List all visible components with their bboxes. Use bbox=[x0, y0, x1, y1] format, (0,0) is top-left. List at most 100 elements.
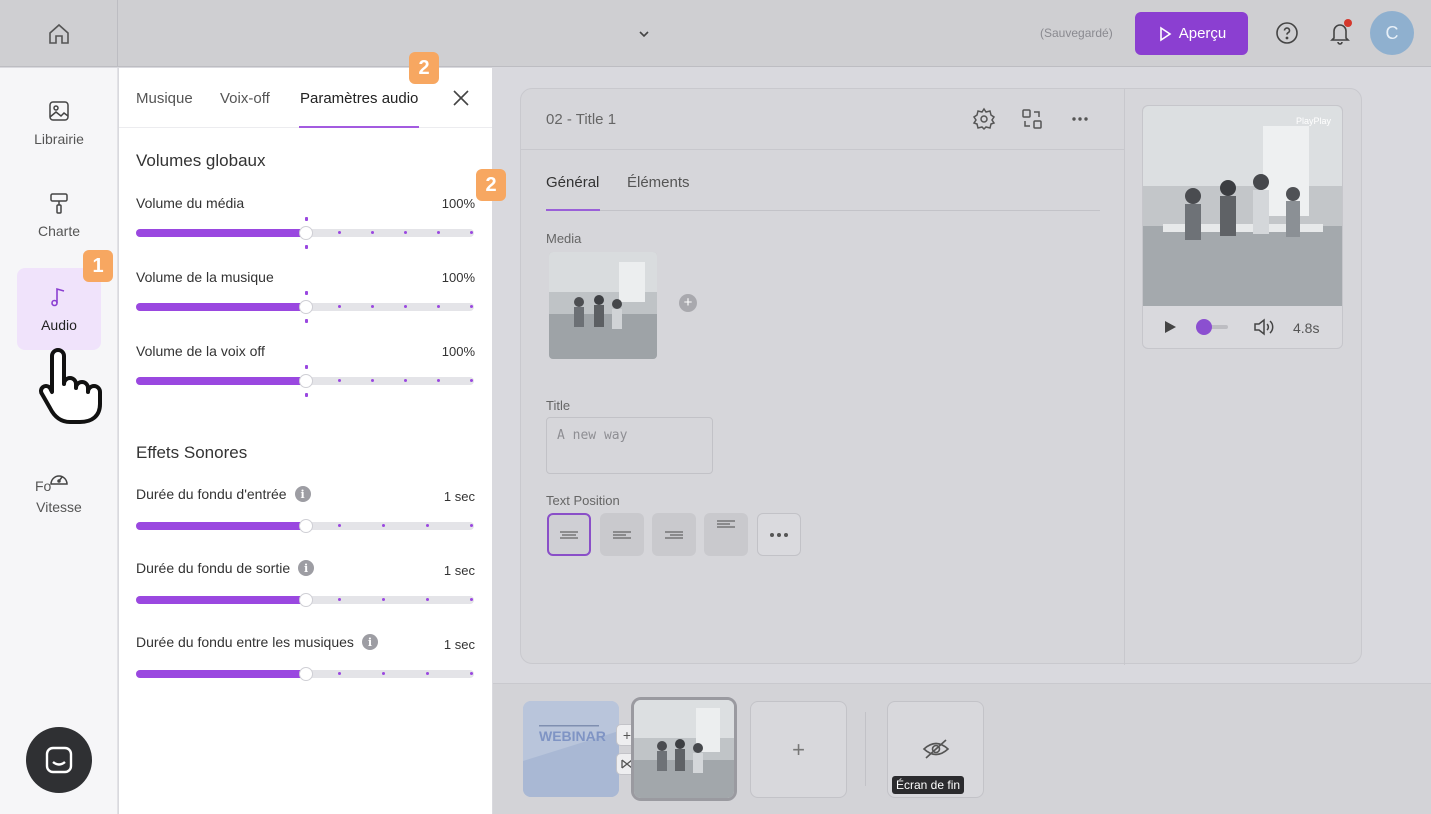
slider-marker-tick bbox=[305, 319, 308, 323]
editor-divider bbox=[1124, 89, 1125, 665]
slider-knob[interactable] bbox=[299, 226, 313, 240]
slider-step-dot bbox=[404, 231, 407, 234]
nav-item-librairie[interactable]: Librairie bbox=[17, 82, 101, 164]
text-position-center-button[interactable] bbox=[547, 513, 591, 556]
slider-marker-tick bbox=[305, 217, 308, 221]
slider-step-dot bbox=[338, 305, 341, 308]
fade-in-slider[interactable] bbox=[136, 519, 474, 533]
media-label: Media bbox=[546, 231, 582, 246]
nav-label: Librairie bbox=[34, 131, 84, 147]
slider-step-dot bbox=[371, 305, 374, 308]
fade-out-label: Durée du fondu de sortie i bbox=[136, 560, 315, 576]
gear-icon[interactable] bbox=[972, 107, 996, 131]
volume-music-slider[interactable] bbox=[136, 291, 474, 323]
volume-icon[interactable] bbox=[1253, 318, 1275, 336]
slider-fill bbox=[136, 670, 306, 678]
fade-out-slider[interactable] bbox=[136, 593, 474, 607]
timeline-separator bbox=[865, 712, 866, 786]
watermark: PlayPlay bbox=[1296, 116, 1332, 126]
media-thumbnail[interactable] bbox=[549, 252, 657, 359]
crossfade-value: 1 sec bbox=[443, 637, 475, 652]
image-icon bbox=[49, 101, 69, 121]
play-outline-icon bbox=[1159, 26, 1172, 41]
add-media-button[interactable]: + bbox=[679, 294, 697, 312]
slide-thumbnail-1[interactable]: WEBINAR bbox=[523, 701, 619, 797]
info-icon[interactable]: i bbox=[361, 634, 378, 650]
info-icon[interactable]: i bbox=[294, 486, 311, 502]
title-input[interactable]: A new way bbox=[546, 417, 713, 474]
tab-voix-off[interactable]: Voix-off bbox=[220, 90, 270, 107]
add-slide-button[interactable]: + bbox=[750, 701, 847, 798]
audio-panel: Musique Voix-off Paramètres audio 2 2 Vo… bbox=[119, 52, 506, 814]
slider-step-dot bbox=[382, 524, 385, 527]
tab-general[interactable]: Général bbox=[546, 174, 599, 191]
title-label: Title bbox=[546, 398, 571, 413]
volume-media-slider[interactable] bbox=[136, 217, 474, 249]
end-screen-slide[interactable]: Écran de fin bbox=[887, 701, 984, 798]
avatar[interactable]: C bbox=[1370, 11, 1414, 55]
slider-knob[interactable] bbox=[299, 300, 313, 314]
fade-in-label: Durée du fondu d'entrée i bbox=[136, 486, 311, 502]
preview-progress-knob[interactable] bbox=[1196, 319, 1212, 335]
slider-knob[interactable] bbox=[299, 667, 313, 681]
slide-timeline: WEBINAR + + Écran de fin bbox=[493, 683, 1431, 814]
slider-step-dot bbox=[404, 305, 407, 308]
preview-video[interactable]: PlayPlay bbox=[1143, 106, 1342, 306]
volume-music-value: 100% bbox=[441, 270, 475, 285]
text-position-more-button[interactable] bbox=[757, 513, 801, 556]
slide-thumbnail-2[interactable] bbox=[631, 697, 737, 801]
help-icon[interactable] bbox=[1275, 21, 1299, 45]
home-button[interactable] bbox=[0, 0, 118, 67]
slider-step-dot bbox=[338, 231, 341, 234]
notification-dot bbox=[1344, 19, 1352, 27]
slider-knob[interactable] bbox=[299, 374, 313, 388]
volume-voiceover-slider[interactable] bbox=[136, 365, 474, 397]
editor-header: 02 - Title 1 bbox=[521, 89, 1124, 150]
more-icon[interactable] bbox=[1068, 107, 1092, 131]
webinar-slide-preview: WEBINAR bbox=[523, 701, 619, 797]
tab-musique[interactable]: Musique bbox=[136, 90, 193, 107]
text-position-right-button[interactable] bbox=[652, 513, 696, 556]
play-icon[interactable] bbox=[1163, 320, 1177, 334]
slider-step-dot bbox=[338, 524, 341, 527]
nav-item-charte[interactable]: Charte bbox=[17, 174, 101, 256]
slider-knob[interactable] bbox=[299, 519, 313, 533]
row-label-text: Durée du fondu de sortie bbox=[136, 560, 291, 576]
text-position-top-button[interactable] bbox=[704, 513, 748, 556]
preview-button[interactable]: Aperçu bbox=[1135, 12, 1248, 55]
text-position-label: Text Position bbox=[546, 493, 620, 508]
chevron-down-icon[interactable] bbox=[636, 26, 652, 42]
hand-cursor-icon bbox=[39, 348, 102, 424]
eye-off-icon bbox=[922, 739, 950, 759]
row-label-text: Volume de la voix off bbox=[136, 343, 265, 359]
step-badge-tab: 2 bbox=[409, 52, 439, 84]
tab-elements[interactable]: Éléments bbox=[627, 174, 690, 191]
slider-step-dot bbox=[338, 598, 341, 601]
slider-step-dot bbox=[382, 598, 385, 601]
slider-step-dot bbox=[437, 305, 440, 308]
slider-fill bbox=[136, 303, 306, 311]
slider-knob[interactable] bbox=[299, 593, 313, 607]
chat-launcher-button[interactable] bbox=[26, 727, 92, 793]
active-tab-indicator bbox=[299, 126, 419, 128]
crossfade-slider[interactable] bbox=[136, 667, 474, 681]
nav-item-vitesse[interactable]: Vitesse bbox=[17, 450, 101, 532]
slider-step-dot bbox=[426, 524, 429, 527]
align-left-icon bbox=[613, 530, 631, 539]
volume-media-value: 100% bbox=[441, 196, 475, 211]
info-icon[interactable]: i bbox=[298, 560, 315, 576]
row-label-text: Durée du fondu entre les musiques bbox=[136, 634, 354, 650]
close-icon[interactable] bbox=[451, 88, 471, 108]
slider-marker-tick bbox=[305, 245, 308, 249]
tab-parametres-audio[interactable]: Paramètres audio bbox=[300, 90, 418, 107]
text-position-left-button[interactable] bbox=[600, 513, 644, 556]
slider-step-dot bbox=[382, 672, 385, 675]
step-badge-section: 2 bbox=[476, 169, 506, 201]
preview-button-label: Aperçu bbox=[1178, 25, 1227, 42]
step-badge: 1 bbox=[83, 250, 113, 282]
swap-layout-icon[interactable] bbox=[1020, 107, 1044, 131]
align-center-icon bbox=[560, 530, 578, 539]
office-photo-preview: PlayPlay bbox=[1143, 106, 1342, 306]
home-icon bbox=[48, 23, 69, 44]
slider-step-dot bbox=[470, 598, 473, 601]
